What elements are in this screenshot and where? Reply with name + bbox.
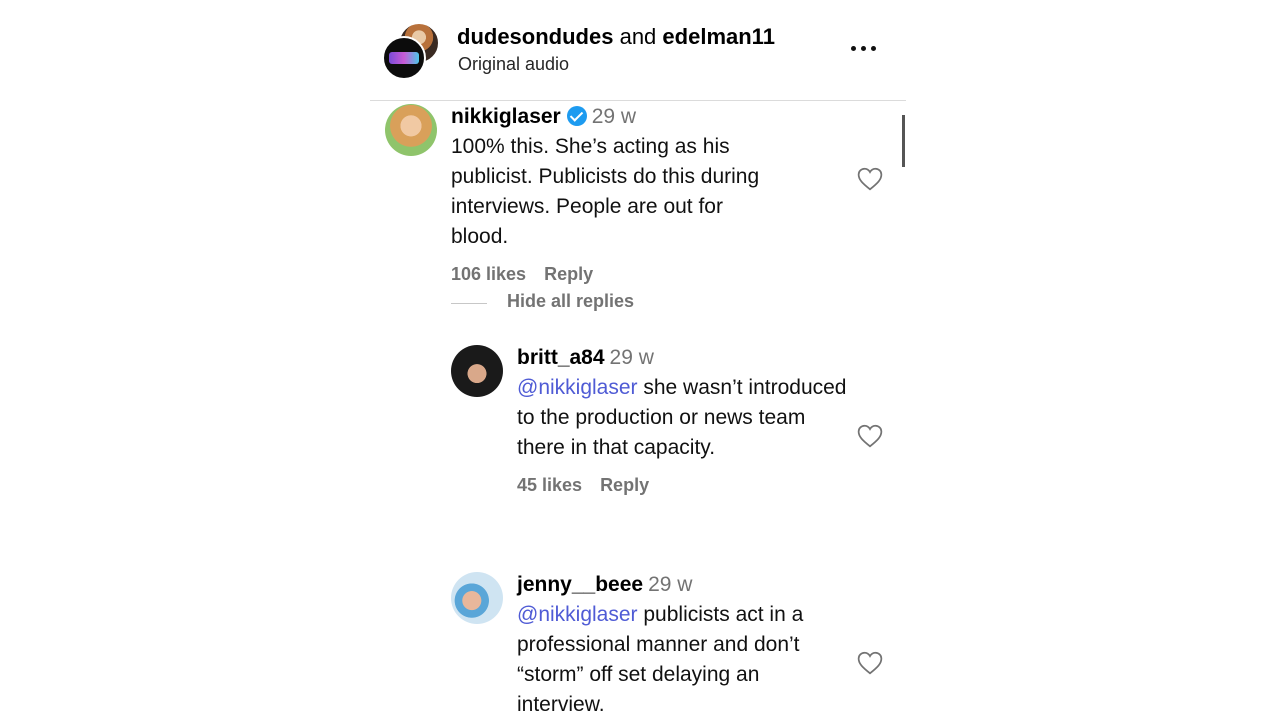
reply-item: britt_a84 29 w @nikkiglaser she wasn’t in…: [451, 345, 895, 545]
mention-link[interactable]: @nikkiglaser: [517, 376, 638, 399]
avatar[interactable]: [385, 104, 437, 156]
likes-count[interactable]: 45 likes: [517, 475, 582, 495]
divider: [451, 303, 487, 304]
avatar[interactable]: [451, 345, 503, 397]
reel-header: dudesondudes and edelman11 Original audi…: [370, 0, 906, 101]
avatar[interactable]: [451, 572, 503, 624]
heart-outline-icon[interactable]: [857, 651, 883, 675]
reply-time: 29 w: [609, 346, 654, 369]
scrollbar[interactable]: [902, 115, 905, 167]
reply-button[interactable]: Reply: [600, 475, 649, 495]
comment-body: nikkiglaser 29 w 100% this. She’s acting …: [451, 104, 781, 285]
header-user1[interactable]: dudesondudes: [457, 24, 613, 49]
heart-outline-icon[interactable]: [857, 424, 883, 448]
heart-outline-icon[interactable]: [857, 167, 883, 191]
reply-button[interactable]: Reply: [544, 264, 593, 284]
header-title: dudesondudes and edelman11: [457, 24, 775, 50]
comment-time: 29 w: [591, 105, 637, 128]
likes-count[interactable]: 106 likes: [451, 264, 526, 284]
verified-badge-icon: [566, 106, 587, 126]
reply-body: britt_a84 29 w @nikkiglaser she wasn’t in…: [517, 345, 847, 496]
reply-item: jenny__beee 29 w @nikkiglaser publicists …: [451, 572, 895, 720]
comment-username[interactable]: nikkiglaser: [451, 105, 561, 128]
mention-link[interactable]: @nikkiglaser: [517, 603, 638, 626]
reply-time: 29 w: [648, 573, 693, 596]
original-audio-link[interactable]: Original audio: [458, 53, 569, 75]
reply-text: @nikkiglaser publicists act in a profess…: [517, 600, 847, 720]
more-options-icon[interactable]: [848, 36, 880, 60]
reply-username[interactable]: jenny__beee: [517, 573, 643, 596]
comment-item: nikkiglaser 29 w 100% this. She’s acting …: [385, 104, 895, 284]
comment-text: 100% this. She’s acting as his publicist…: [451, 135, 760, 248]
header-and: and: [619, 24, 657, 49]
header-user2[interactable]: edelman11: [662, 24, 775, 49]
reply-body: jenny__beee 29 w @nikkiglaser publicists …: [517, 572, 847, 720]
reply-text: @nikkiglaser she wasn’t introduced to th…: [517, 373, 847, 463]
hide-replies-label: Hide all replies: [507, 291, 635, 311]
reply-username[interactable]: britt_a84: [517, 346, 605, 369]
avatar-dudesondudes: [382, 36, 426, 80]
avatar-stack[interactable]: [382, 22, 440, 80]
comments-panel: dudesondudes and edelman11 Original audi…: [370, 0, 906, 720]
